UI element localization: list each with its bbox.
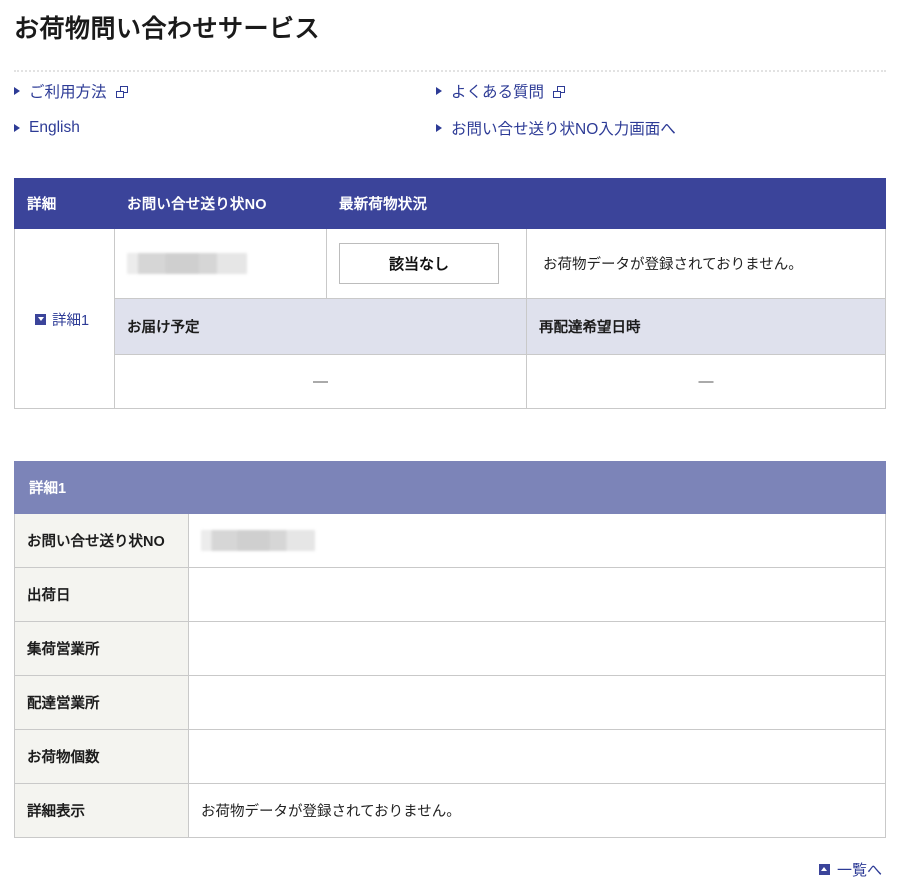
table-row: 出荷日 [14, 567, 886, 623]
detail-row-label-detail-display: 詳細表示 [14, 783, 189, 839]
triangle-bullet-icon [14, 86, 20, 95]
nav-link-row-2: English お問い合せ送り状NO入力画面へ [0, 109, 900, 146]
redacted-waybill-number [127, 253, 247, 275]
th-latest-status: 最新荷物状況 [326, 178, 886, 230]
detail-row-value-waybill-no [188, 513, 886, 569]
table-row: 集荷営業所 [14, 621, 886, 677]
table-row: 詳細表示 お荷物データが登録されておりません。 [14, 783, 886, 839]
status-cell: 該当なし [326, 228, 527, 300]
tracking-table-body: 詳細1 該当なし お荷物データが登録されておりません。 お届け予定 再配達希望日… [14, 228, 886, 410]
detail-row-label-package-count: お荷物個数 [14, 729, 189, 785]
nav-link-label: よくある質問 [451, 83, 545, 101]
tracking-table: 詳細 お問い合せ送り状NO 最新荷物状況 詳細1 該当なし お荷物データが登録さ… [14, 178, 886, 410]
th-detail: 詳細 [14, 178, 115, 230]
detail-row-label-ship-date: 出荷日 [14, 567, 189, 623]
table-row: 配達営業所 [14, 675, 886, 731]
detail-panel-head: 詳細1 [14, 461, 886, 515]
redelivery-datetime-value: — [526, 354, 886, 410]
table-subheader-row: お届け予定 再配達希望日時 [15, 298, 886, 356]
detail-row-label-pickup-office: 集荷営業所 [14, 621, 189, 677]
nav-link-waybill-input[interactable]: お問い合せ送り状NO入力画面へ [436, 117, 676, 139]
redacted-waybill-number [201, 530, 315, 552]
panel-header-row: 詳細1 [14, 461, 886, 515]
table-row: お荷物個数 [14, 729, 886, 785]
nav-link-row-1: ご利用方法 よくある質問 [0, 72, 900, 109]
detail-row-label-delivery-office: 配達営業所 [14, 675, 189, 731]
table-row: 詳細1 該当なし お荷物データが登録されておりません。 [14, 228, 886, 410]
detail-panel-title: 詳細1 [14, 461, 886, 515]
triangle-bullet-icon [436, 123, 442, 132]
detail-panel-table: 詳細1 お問い合せ送り状NO 出荷日 集荷営業所 配達営業所 お荷物個数 詳細表… [14, 461, 886, 839]
footer-links: 一覧へ [0, 838, 900, 880]
nav-right-col-1: よくある質問 [436, 80, 566, 102]
page-title: お荷物問い合わせサービス [14, 15, 321, 43]
back-to-list-link[interactable]: 一覧へ [818, 859, 882, 880]
delivery-schedule-value: — [114, 354, 527, 410]
nav-link-label: お問い合せ送り状NO入力画面へ [451, 120, 676, 138]
detail-row-label-waybill-no: お問い合せ送り状NO [14, 513, 189, 569]
nav-link-faq[interactable]: よくある質問 [436, 80, 566, 102]
back-to-list-label: 一覧へ [836, 861, 882, 879]
th-delivery-schedule: お届け予定 [114, 298, 527, 356]
detail-row-value-package-count [188, 729, 886, 785]
detail-row-value-delivery-office [188, 675, 886, 731]
th-waybill-no: お問い合せ送り状NO [114, 178, 327, 230]
square-up-triangle-icon [818, 863, 830, 875]
detail-panel-body: お問い合せ送り状NO 出荷日 集荷営業所 配達営業所 お荷物個数 詳細表示 お荷… [14, 513, 886, 839]
square-down-triangle-icon [35, 313, 46, 325]
nav-link-how-to-use[interactable]: ご利用方法 [14, 80, 436, 102]
status-message-cell: お荷物データが登録されておりません。 [526, 228, 886, 300]
nav-link-grid: ご利用方法 よくある質問 English お問い合せ送り状NO入力画面へ [0, 72, 900, 146]
nav-link-english[interactable]: English [14, 119, 436, 137]
tracking-table-head: 詳細 お問い合せ送り状NO 最新荷物状況 [14, 178, 886, 230]
nav-link-label: English [29, 118, 80, 136]
nav-link-label: ご利用方法 [29, 83, 107, 101]
detail-link-label: 詳細1 [52, 312, 90, 329]
nav-left-col-2: English [0, 119, 436, 137]
external-link-icon [553, 85, 566, 98]
table-row: お問い合せ送り状NO [14, 513, 886, 569]
status-badge: 該当なし [339, 243, 499, 285]
external-link-icon [115, 85, 128, 98]
page-header: お荷物問い合わせサービス [0, 0, 900, 45]
detail-link-cell[interactable]: 詳細1 [14, 228, 115, 410]
table-subvalue-row: — — [15, 354, 886, 410]
triangle-bullet-icon [14, 123, 20, 132]
detail-row-value-pickup-office [188, 621, 886, 677]
th-redelivery-datetime: 再配達希望日時 [526, 298, 886, 356]
nav-right-col-2: お問い合せ送り状NO入力画面へ [436, 117, 676, 139]
detail-row-value-ship-date [188, 567, 886, 623]
waybill-number-cell [114, 228, 327, 300]
triangle-bullet-icon [436, 86, 442, 95]
nav-left-col-1: ご利用方法 [0, 80, 436, 102]
detail-row-value-detail-display: お荷物データが登録されておりません。 [188, 783, 886, 839]
detail-link-1[interactable]: 詳細1 [35, 309, 89, 330]
table-header-row: 詳細 お問い合せ送り状NO 最新荷物状況 [14, 178, 886, 230]
